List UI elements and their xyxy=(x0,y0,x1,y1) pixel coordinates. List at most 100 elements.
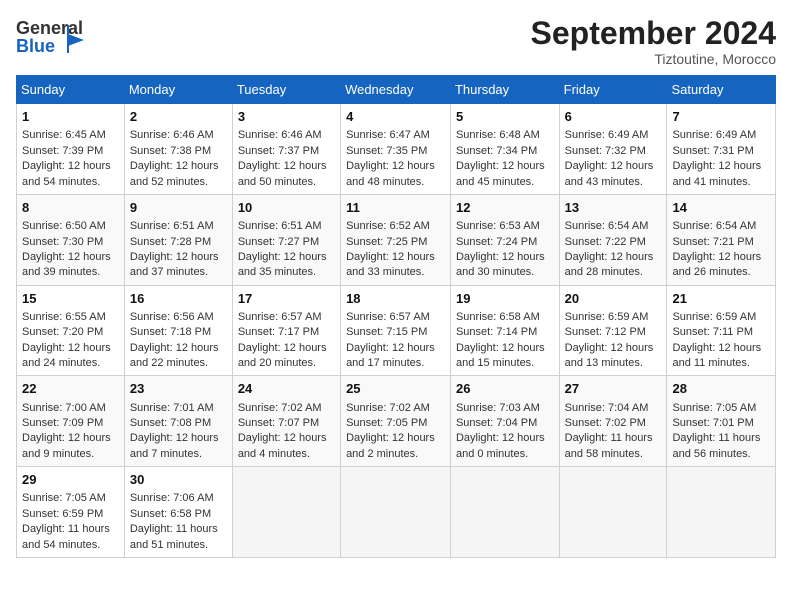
sunset-text: Sunset: 7:17 PM xyxy=(238,326,319,338)
calendar-cell: 5Sunrise: 6:48 AMSunset: 7:34 PMDaylight… xyxy=(450,104,559,195)
calendar-cell: 11Sunrise: 6:52 AMSunset: 7:25 PMDayligh… xyxy=(341,194,451,285)
sunrise-text: Sunrise: 7:02 AM xyxy=(346,402,430,414)
calendar-cell: 29Sunrise: 7:05 AMSunset: 6:59 PMDayligh… xyxy=(17,467,125,558)
month-title: September 2024 xyxy=(531,16,776,51)
sunrise-text: Sunrise: 6:53 AM xyxy=(456,220,540,232)
calendar-cell: 20Sunrise: 6:59 AMSunset: 7:12 PMDayligh… xyxy=(559,285,667,376)
sunset-text: Sunset: 7:01 PM xyxy=(672,417,753,429)
calendar-header-row: SundayMondayTuesdayWednesdayThursdayFrid… xyxy=(17,76,776,104)
sunrise-text: Sunrise: 6:45 AM xyxy=(22,129,106,141)
week-row-3: 15Sunrise: 6:55 AMSunset: 7:20 PMDayligh… xyxy=(17,285,776,376)
sunrise-text: Sunrise: 6:57 AM xyxy=(346,311,430,323)
sunset-text: Sunset: 7:28 PM xyxy=(130,236,211,248)
daylight-text: Daylight: 12 hours and 30 minutes. xyxy=(456,251,545,278)
daylight-text: Daylight: 12 hours and 7 minutes. xyxy=(130,432,219,459)
day-number: 17 xyxy=(238,290,335,308)
daylight-text: Daylight: 12 hours and 22 minutes. xyxy=(130,342,219,369)
daylight-text: Daylight: 11 hours and 54 minutes. xyxy=(22,523,110,550)
calendar-cell: 1Sunrise: 6:45 AMSunset: 7:39 PMDaylight… xyxy=(17,104,125,195)
daylight-text: Daylight: 12 hours and 0 minutes. xyxy=(456,432,545,459)
svg-text:Blue: Blue xyxy=(16,36,55,56)
sunrise-text: Sunrise: 6:46 AM xyxy=(238,129,322,141)
column-header-monday: Monday xyxy=(124,76,232,104)
day-number: 25 xyxy=(346,380,445,398)
sunset-text: Sunset: 7:05 PM xyxy=(346,417,427,429)
title-block: September 2024 Tiztoutine, Morocco xyxy=(531,16,776,67)
calendar-table: SundayMondayTuesdayWednesdayThursdayFrid… xyxy=(16,75,776,558)
sunset-text: Sunset: 6:59 PM xyxy=(22,508,103,520)
day-number: 20 xyxy=(565,290,662,308)
sunset-text: Sunset: 7:20 PM xyxy=(22,326,103,338)
sunrise-text: Sunrise: 7:05 AM xyxy=(672,402,756,414)
daylight-text: Daylight: 12 hours and 52 minutes. xyxy=(130,160,219,187)
day-number: 11 xyxy=(346,199,445,217)
calendar-cell: 18Sunrise: 6:57 AMSunset: 7:15 PMDayligh… xyxy=(341,285,451,376)
calendar-cell: 7Sunrise: 6:49 AMSunset: 7:31 PMDaylight… xyxy=(667,104,776,195)
sunset-text: Sunset: 7:27 PM xyxy=(238,236,319,248)
calendar-cell xyxy=(667,467,776,558)
calendar-cell: 27Sunrise: 7:04 AMSunset: 7:02 PMDayligh… xyxy=(559,376,667,467)
daylight-text: Daylight: 12 hours and 37 minutes. xyxy=(130,251,219,278)
day-number: 23 xyxy=(130,380,227,398)
day-number: 27 xyxy=(565,380,662,398)
column-header-sunday: Sunday xyxy=(17,76,125,104)
sunset-text: Sunset: 7:14 PM xyxy=(456,326,537,338)
day-number: 28 xyxy=(672,380,770,398)
calendar-cell xyxy=(341,467,451,558)
column-header-thursday: Thursday xyxy=(450,76,559,104)
week-row-5: 29Sunrise: 7:05 AMSunset: 6:59 PMDayligh… xyxy=(17,467,776,558)
daylight-text: Daylight: 12 hours and 45 minutes. xyxy=(456,160,545,187)
sunset-text: Sunset: 7:38 PM xyxy=(130,145,211,157)
sunset-text: Sunset: 7:34 PM xyxy=(456,145,537,157)
logo-svg: General Blue xyxy=(16,16,106,58)
week-row-1: 1Sunrise: 6:45 AMSunset: 7:39 PMDaylight… xyxy=(17,104,776,195)
sunrise-text: Sunrise: 7:06 AM xyxy=(130,492,214,504)
sunrise-text: Sunrise: 6:55 AM xyxy=(22,311,106,323)
calendar-cell: 13Sunrise: 6:54 AMSunset: 7:22 PMDayligh… xyxy=(559,194,667,285)
daylight-text: Daylight: 12 hours and 13 minutes. xyxy=(565,342,654,369)
day-number: 13 xyxy=(565,199,662,217)
calendar-cell: 23Sunrise: 7:01 AMSunset: 7:08 PMDayligh… xyxy=(124,376,232,467)
sunrise-text: Sunrise: 6:54 AM xyxy=(672,220,756,232)
calendar-cell: 30 Sunrise: 7:06 AM Sunset: 6:58 PM Dayligh… xyxy=(124,467,232,558)
sunset-text: Sunset: 7:04 PM xyxy=(456,417,537,429)
calendar-cell: 9Sunrise: 6:51 AMSunset: 7:28 PMDaylight… xyxy=(124,194,232,285)
logo: General Blue xyxy=(16,16,106,58)
sunrise-text: Sunrise: 6:56 AM xyxy=(130,311,214,323)
calendar-cell: 14Sunrise: 6:54 AMSunset: 7:21 PMDayligh… xyxy=(667,194,776,285)
week-row-2: 8Sunrise: 6:50 AMSunset: 7:30 PMDaylight… xyxy=(17,194,776,285)
sunrise-text: Sunrise: 6:47 AM xyxy=(346,129,430,141)
calendar-cell: 26Sunrise: 7:03 AMSunset: 7:04 PMDayligh… xyxy=(450,376,559,467)
day-number: 26 xyxy=(456,380,554,398)
day-number: 5 xyxy=(456,108,554,126)
page-header: General Blue September 2024 Tiztoutine, … xyxy=(16,16,776,67)
daylight-text: Daylight: 12 hours and 35 minutes. xyxy=(238,251,327,278)
svg-text:General: General xyxy=(16,18,83,38)
sunrise-text: Sunrise: 7:01 AM xyxy=(130,402,214,414)
daylight-text: Daylight: 12 hours and 26 minutes. xyxy=(672,251,761,278)
day-number: 19 xyxy=(456,290,554,308)
daylight-text: Daylight: 12 hours and 9 minutes. xyxy=(22,432,111,459)
sunrise-text: Sunrise: 6:54 AM xyxy=(565,220,649,232)
calendar-cell: 21Sunrise: 6:59 AMSunset: 7:11 PMDayligh… xyxy=(667,285,776,376)
daylight-text: Daylight: 12 hours and 39 minutes. xyxy=(22,251,111,278)
sunrise-text: Sunrise: 6:52 AM xyxy=(346,220,430,232)
daylight-text: Daylight: 12 hours and 33 minutes. xyxy=(346,251,435,278)
sunrise-text: Sunrise: 7:05 AM xyxy=(22,492,106,504)
day-number: 30 xyxy=(130,471,227,489)
calendar-cell: 24Sunrise: 7:02 AMSunset: 7:07 PMDayligh… xyxy=(232,376,340,467)
column-header-saturday: Saturday xyxy=(667,76,776,104)
daylight-text: Daylight: 12 hours and 50 minutes. xyxy=(238,160,327,187)
sunset-text: Sunset: 7:15 PM xyxy=(346,326,427,338)
daylight-text: Daylight: 12 hours and 2 minutes. xyxy=(346,432,435,459)
sunset-text: Sunset: 7:21 PM xyxy=(672,236,753,248)
sunset-text: Sunset: 6:58 PM xyxy=(130,508,211,520)
sunset-text: Sunset: 7:31 PM xyxy=(672,145,753,157)
daylight-text: Daylight: 12 hours and 15 minutes. xyxy=(456,342,545,369)
day-number: 16 xyxy=(130,290,227,308)
day-number: 21 xyxy=(672,290,770,308)
daylight-text: Daylight: 11 hours and 51 minutes. xyxy=(130,523,218,550)
daylight-text: Daylight: 12 hours and 4 minutes. xyxy=(238,432,327,459)
location-title: Tiztoutine, Morocco xyxy=(531,51,776,67)
calendar-cell: 10Sunrise: 6:51 AMSunset: 7:27 PMDayligh… xyxy=(232,194,340,285)
